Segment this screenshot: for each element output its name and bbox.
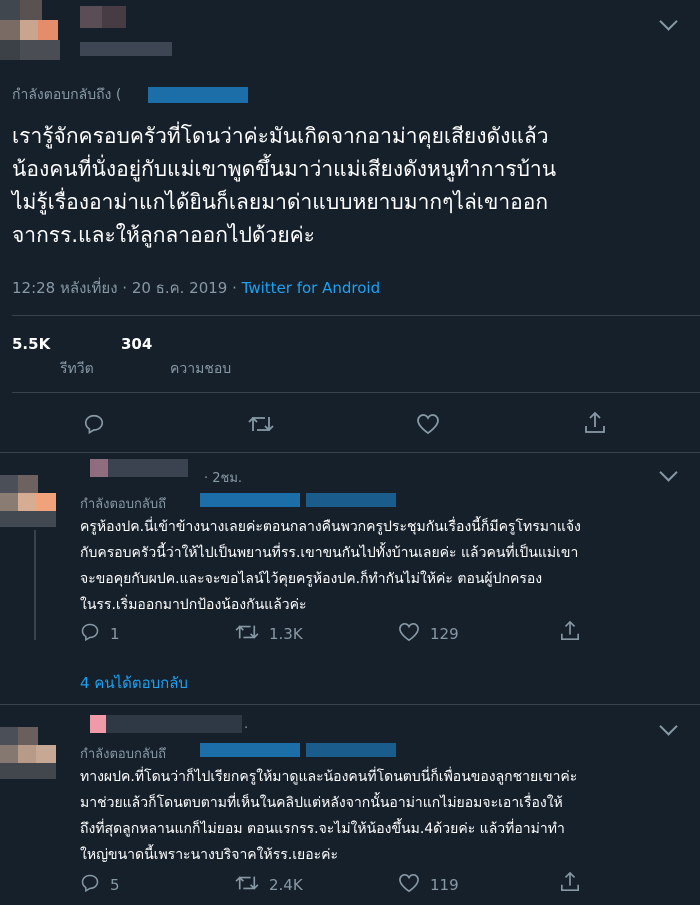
likes-count[interactable]: 304 xyxy=(121,335,152,353)
share-icon xyxy=(560,871,580,897)
reply-2-time[interactable]: . xyxy=(244,717,248,732)
reply-icon[interactable] xyxy=(83,413,105,435)
reply-1-like-button[interactable]: 129 xyxy=(398,622,459,646)
chevron-down-icon[interactable] xyxy=(659,463,678,482)
like-icon xyxy=(398,873,420,897)
share-icon[interactable] xyxy=(584,411,606,435)
reply-1-share-button[interactable] xyxy=(560,620,580,646)
replying-to: กำลังตอบกลับถึง ( xyxy=(12,87,122,103)
chevron-down-icon[interactable] xyxy=(659,717,678,736)
main-tweet-text: เรารู้จักครอบครัวที่โดนว่าค่ะมันเกิดจากอ… xyxy=(12,124,557,247)
likes-label[interactable]: ความชอบ xyxy=(170,358,231,380)
reply-2-text: ทางผปค.ที่โดนว่าก็ไปเรียกครูให้มาดูและน้… xyxy=(80,769,578,863)
retweet-icon xyxy=(235,622,259,646)
reply-1-replying-to: กำลังตอบกลับถึ xyxy=(80,497,166,512)
retweet-count: 1.3K xyxy=(269,625,303,643)
tweet-source-link[interactable]: Twitter for Android xyxy=(242,279,380,297)
like-count: 129 xyxy=(430,625,459,643)
reply-count: 5 xyxy=(110,876,120,894)
reply-1-time[interactable]: · 2ชม. xyxy=(204,467,242,488)
retweets-label[interactable]: รีทวีต xyxy=(60,358,94,380)
reply-1-text: ครูห้องปค.นี่เข้าข้างนางเลยค่ะตอนกลางคืน… xyxy=(80,519,581,613)
reply-2-reply-button[interactable]: 5 xyxy=(80,873,120,897)
reply-2-share-button[interactable] xyxy=(560,871,580,897)
reply-icon xyxy=(80,622,100,646)
reply-count: 1 xyxy=(110,625,120,643)
reply-1-reply-button[interactable]: 1 xyxy=(80,622,120,646)
retweet-icon[interactable] xyxy=(248,413,274,435)
like-icon xyxy=(398,622,420,646)
share-icon xyxy=(560,620,580,646)
reply-1-retweet-button[interactable]: 1.3K xyxy=(235,622,303,646)
retweet-icon xyxy=(235,873,259,897)
chevron-down-icon[interactable] xyxy=(659,12,678,31)
reply-2-replying-to: กำลังตอบกลับถึ xyxy=(80,747,166,762)
retweet-count: 2.4K xyxy=(269,876,303,894)
tweet-timestamp: 12:28 หลังเที่ยง · 20 ธ.ค. 2019 · Twitte… xyxy=(12,279,381,297)
reply-2-retweet-button[interactable]: 2.4K xyxy=(235,873,303,897)
like-icon[interactable] xyxy=(416,413,440,435)
like-count: 119 xyxy=(430,876,459,894)
reply-2-like-button[interactable]: 119 xyxy=(398,873,459,897)
retweets-count[interactable]: 5.5K xyxy=(12,335,50,353)
reply-icon xyxy=(80,873,100,897)
show-replies-link[interactable]: 4 คนได้ตอบกลับ xyxy=(80,671,188,695)
